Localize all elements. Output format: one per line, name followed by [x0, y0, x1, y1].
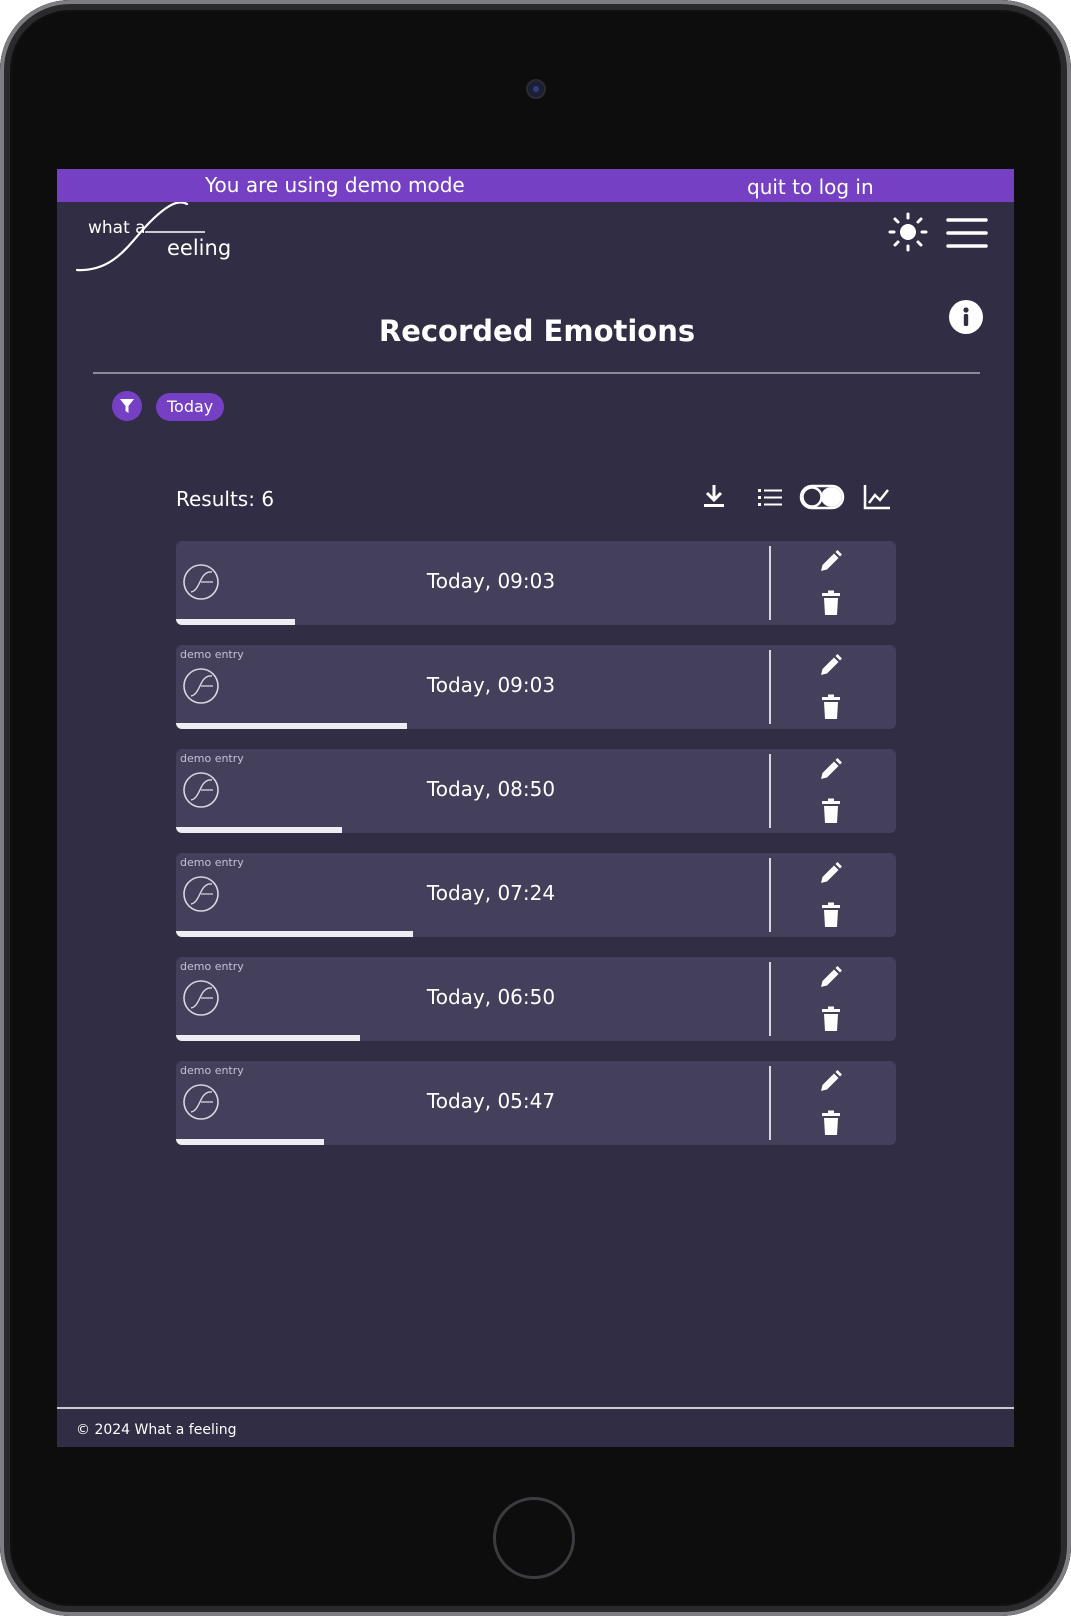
footer-copyright: © 2024 What a feeling [76, 1422, 237, 1438]
entry-timestamp: Today, 06:50 [426, 985, 556, 1009]
emotion-curve-icon[interactable] [182, 1083, 220, 1121]
intensity-bar-fill [176, 1139, 324, 1145]
trash-icon[interactable] [821, 902, 841, 928]
edit-pencil-icon[interactable] [816, 548, 844, 576]
page-title: Recorded Emotions [378, 314, 696, 348]
entry-divider [769, 650, 771, 724]
tablet-frame: You are using demo mode quit to log in w… [0, 0, 1071, 1616]
demo-entry-badge: demo entry [180, 1064, 244, 1077]
footer-divider [57, 1407, 1014, 1409]
filter-icon[interactable] [112, 391, 142, 421]
info-icon[interactable] [949, 300, 983, 334]
intensity-bar [176, 1035, 769, 1041]
app-logo[interactable]: what a eeling [75, 202, 231, 282]
emotion-entry-card[interactable]: demo entry Today, 07:24 [176, 853, 896, 937]
line-chart-icon[interactable] [862, 481, 892, 513]
title-divider [93, 372, 980, 374]
entry-divider [769, 1066, 771, 1140]
entry-timestamp: Today, 08:50 [426, 777, 556, 801]
emotion-curve-icon[interactable] [182, 563, 220, 601]
emotion-curve-icon[interactable] [182, 979, 220, 1017]
intensity-bar [176, 827, 769, 833]
front-camera [528, 81, 544, 97]
edit-pencil-icon[interactable] [816, 1068, 844, 1096]
home-button[interactable] [493, 1497, 575, 1579]
demo-entry-badge: demo entry [180, 648, 244, 661]
emotion-entry-card[interactable]: demo entry Today, 08:50 [176, 749, 896, 833]
trash-icon[interactable] [821, 1006, 841, 1032]
intensity-bar [176, 931, 769, 937]
logo-text-bottom: eeling [167, 236, 232, 260]
trash-icon[interactable] [821, 798, 841, 824]
intensity-bar-fill [176, 827, 342, 833]
emotion-entry-card[interactable]: demo entry Today, 06:50 [176, 957, 896, 1041]
hamburger-menu-icon[interactable] [946, 216, 988, 250]
intensity-bar-fill [176, 619, 295, 625]
emotion-entry-card[interactable]: demo entry Today, 09:03 [176, 645, 896, 729]
edit-pencil-icon[interactable] [816, 652, 844, 680]
view-toggle[interactable] [799, 481, 845, 513]
app-screen: You are using demo mode quit to log in w… [57, 169, 1014, 1447]
results-count: Results: 6 [176, 487, 275, 511]
entry-timestamp: Today, 09:03 [426, 673, 556, 697]
demo-entry-badge: demo entry [180, 752, 244, 765]
intensity-bar [176, 723, 769, 729]
trash-icon[interactable] [821, 1110, 841, 1136]
emotion-curve-icon[interactable] [182, 771, 220, 809]
demo-mode-banner: You are using demo mode quit to log in [57, 169, 1014, 202]
intensity-bar [176, 619, 769, 625]
entry-divider [769, 754, 771, 828]
emotion-entry-card[interactable]: demo entry Today, 05:47 [176, 1061, 896, 1145]
filter-chip-today[interactable]: Today [156, 393, 225, 421]
logo-text-top: what a [88, 218, 146, 238]
emotion-curve-icon[interactable] [182, 875, 220, 913]
intensity-bar [176, 1139, 769, 1145]
demo-entry-badge: demo entry [180, 960, 244, 973]
download-icon[interactable] [701, 481, 727, 513]
list-view-icon[interactable] [756, 481, 784, 513]
edit-pencil-icon[interactable] [816, 860, 844, 888]
entry-timestamp: Today, 09:03 [426, 569, 556, 593]
entry-divider [769, 546, 771, 620]
entry-divider [769, 858, 771, 932]
trash-icon[interactable] [821, 590, 841, 616]
intensity-bar-fill [176, 723, 407, 729]
sun-icon[interactable] [888, 212, 928, 252]
edit-pencil-icon[interactable] [816, 964, 844, 992]
entry-timestamp: Today, 05:47 [426, 1089, 556, 1113]
intensity-bar-fill [176, 1035, 360, 1041]
emotion-entry-card[interactable]: Today, 09:03 [176, 541, 896, 625]
quit-to-login-link[interactable]: quit to log in [747, 175, 874, 199]
entry-divider [769, 962, 771, 1036]
trash-icon[interactable] [821, 694, 841, 720]
emotion-curve-icon[interactable] [182, 667, 220, 705]
intensity-bar-fill [176, 931, 413, 937]
demo-entry-badge: demo entry [180, 856, 244, 869]
demo-mode-text: You are using demo mode [205, 173, 465, 197]
edit-pencil-icon[interactable] [816, 756, 844, 784]
entry-timestamp: Today, 07:24 [426, 881, 556, 905]
